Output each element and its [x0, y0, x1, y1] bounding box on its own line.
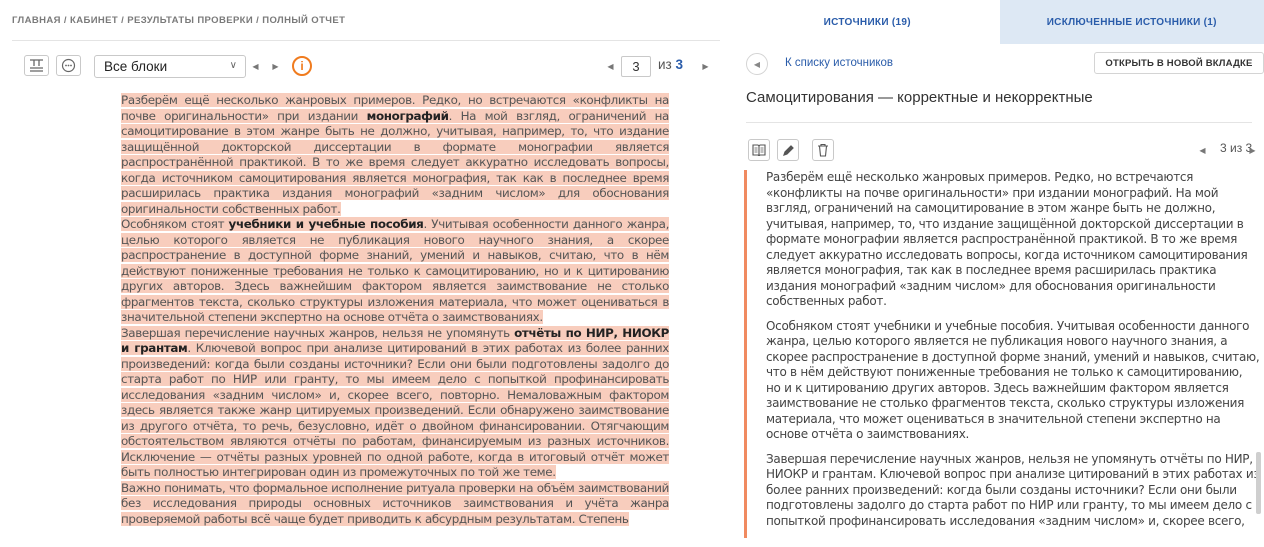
doc-text: Завершая перечисление научных жанров, не… [121, 325, 515, 340]
block-select[interactable]: Все блоки ∨ [94, 55, 246, 78]
doc-text: Важно понимать, что формальное исполнени… [121, 480, 669, 526]
back-button[interactable]: ◀ [746, 53, 768, 75]
source-text: Разберём ещё несколько жанровых примеров… [744, 170, 1260, 538]
page-total-number: 3 [675, 57, 684, 72]
delete-button[interactable] [812, 139, 834, 161]
divider [12, 40, 720, 41]
next-block-button[interactable]: ▶ [266, 56, 285, 77]
book-button[interactable] [748, 139, 770, 161]
prev-page-button[interactable]: ◀ [601, 56, 620, 77]
edit-button[interactable] [777, 139, 799, 161]
doc-bold: учебники и учебные пособия [228, 217, 424, 231]
text-format-button[interactable] [24, 55, 49, 76]
page-of-prefix: из [658, 57, 672, 72]
highlighted-fragment[interactable]: Завершая перечисление научных жанров, не… [121, 325, 669, 479]
highlighted-fragment[interactable]: Разберём ещё несколько жанровых примеров… [121, 93, 669, 216]
next-page-button[interactable]: ▶ [696, 56, 715, 77]
block-select-value: Все блоки [104, 59, 168, 74]
doc-text: . Учитывая особенности данного жанра, це… [121, 217, 669, 324]
back-to-sources-link[interactable]: К списку источников [785, 57, 893, 69]
open-new-tab-button[interactable]: ОТКРЫТЬ В НОВОЙ ВКЛАДКЕ [1094, 52, 1264, 74]
page-total: из 3 [658, 57, 683, 72]
next-source-match-button[interactable]: ▶ [1243, 140, 1262, 161]
info-icon[interactable]: i [292, 56, 312, 76]
text-lines-icon [30, 59, 43, 72]
comment-icon [61, 58, 76, 73]
pencil-icon [782, 144, 794, 156]
triangle-left-icon: ◀ [252, 62, 259, 71]
doc-text: . На мой взгляд, ограничений на самоцити… [121, 108, 669, 216]
scrollbar[interactable] [1256, 452, 1261, 514]
comments-button[interactable] [56, 55, 81, 76]
report-panel: ГЛАВНАЯ / КАБИНЕТ / РЕЗУЛЬТАТЫ ПРОВЕРКИ … [0, 0, 735, 547]
source-tabs: ИСТОЧНИКИ (19) ИСКЛЮЧЕННЫЕ ИСТОЧНИКИ (1) [735, 0, 1264, 44]
chevron-down-icon: ∨ [229, 60, 237, 71]
tab-sources[interactable]: ИСТОЧНИКИ (19) [735, 0, 1000, 44]
triangle-right-icon: ▶ [1249, 146, 1256, 155]
breadcrumb[interactable]: ГЛАВНАЯ / КАБИНЕТ / РЕЗУЛЬТАТЫ ПРОВЕРКИ … [12, 15, 345, 26]
triangle-left-icon: ◀ [1199, 146, 1206, 155]
page-number-input[interactable]: 3 [621, 56, 651, 77]
divider [746, 122, 1252, 123]
doc-bold: монографий [366, 108, 449, 123]
prev-block-button[interactable]: ◀ [246, 56, 265, 77]
sources-panel: ИСТОЧНИКИ (19) ИСКЛЮЧЕННЫЕ ИСТОЧНИКИ (1)… [735, 0, 1264, 547]
trash-icon [818, 143, 828, 157]
doc-text: Особняком стоят [121, 217, 229, 231]
prev-source-match-button[interactable]: ◀ [1193, 140, 1212, 161]
doc-text: . Ключевой вопрос при анализе цитировани… [121, 341, 669, 479]
document-text: Разберём ещё несколько жанровых примеров… [121, 93, 669, 527]
book-icon [752, 144, 766, 156]
tab-excluded-sources[interactable]: ИСКЛЮЧЕННЫЕ ИСТОЧНИКИ (1) [999, 0, 1264, 44]
source-paragraph: Разберём ещё несколько жанровых примеров… [766, 170, 1248, 308]
triangle-left-icon: ◀ [753, 59, 761, 69]
triangle-right-icon: ▶ [272, 62, 279, 71]
source-paragraph: Завершая перечисление научных жанров, не… [766, 451, 1260, 528]
source-title: Самоцитирования — корректные и некоррект… [746, 89, 1093, 106]
source-paragraph: Особняком стоят учебники и учебные пособ… [766, 318, 1260, 442]
triangle-right-icon: ▶ [702, 62, 709, 71]
highlighted-fragment[interactable]: Особняком стоят учебники и учебные пособ… [121, 217, 669, 324]
triangle-left-icon: ◀ [607, 62, 614, 71]
highlighted-fragment[interactable]: Важно понимать, что формальное исполнени… [121, 480, 669, 526]
